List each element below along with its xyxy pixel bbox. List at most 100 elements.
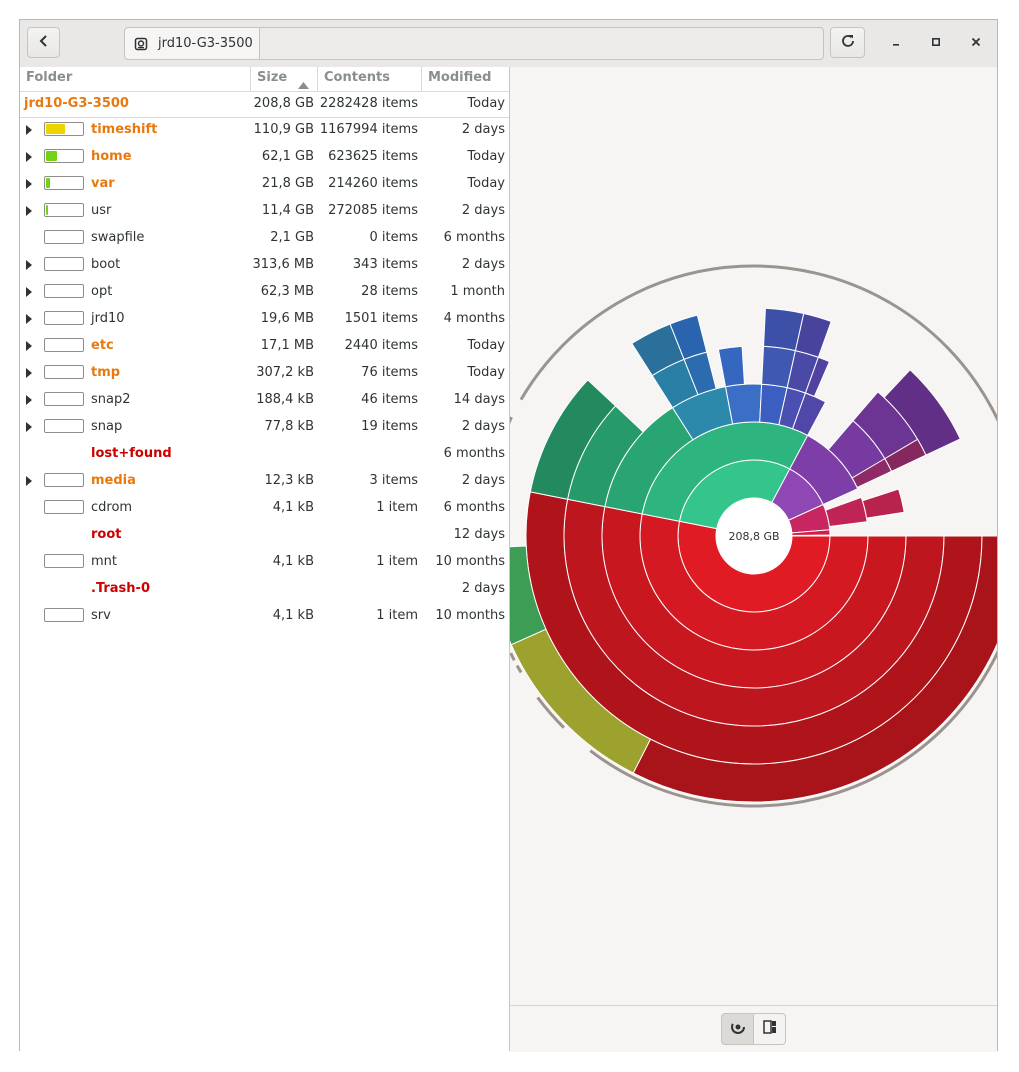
row-name: usr [91, 203, 112, 218]
tree-row[interactable]: mnt 4,1 kB 1 item 10 months [20, 548, 509, 575]
row-name: srv [91, 608, 111, 623]
row-name: swapfile [91, 230, 145, 245]
close-button[interactable] [965, 32, 987, 54]
tree-row[interactable]: media 12,3 kB 3 items 2 days [20, 467, 509, 494]
row-size: 17,1 MB [260, 338, 314, 353]
tree-row[interactable]: lost+found 6 months [20, 440, 509, 467]
treemap-icon [762, 1020, 777, 1038]
expander-arrow-icon[interactable] [26, 287, 32, 297]
tree-row[interactable]: cdrom 4,1 kB 1 item 6 months [20, 494, 509, 521]
ring-chart-toggle[interactable] [721, 1013, 754, 1045]
ring-chart-icon [730, 1019, 746, 1039]
row-size: 21,8 GB [261, 176, 314, 191]
reload-button[interactable] [830, 27, 865, 58]
row-size: 110,9 GB [253, 122, 314, 137]
row-name: snap [91, 419, 123, 434]
column-size[interactable]: Size [251, 67, 318, 91]
expander-arrow-icon[interactable] [26, 179, 32, 189]
usage-bar [44, 500, 84, 514]
row-name: mnt [91, 554, 117, 569]
tree-row[interactable]: snap2 188,4 kB 46 items 14 days [20, 386, 509, 413]
row-contents: 0 items [369, 230, 418, 245]
expander-arrow-icon[interactable] [26, 206, 32, 216]
row-contents: 1 item [376, 500, 418, 515]
row-size: 62,3 MB [260, 284, 314, 299]
treemap-toggle[interactable] [753, 1013, 786, 1045]
expander-arrow-icon[interactable] [26, 314, 32, 324]
tree-root-row[interactable]: jrd10-G3-3500 208,8 GB 2282428 items Tod… [20, 90, 509, 118]
chart-footer [510, 1005, 997, 1052]
ring-segment[interactable] [717, 345, 745, 388]
row-modified: 2 days [461, 203, 505, 218]
usage-bar-fill [46, 151, 57, 161]
row-size: 307,2 kB [256, 365, 314, 380]
usage-bar [44, 149, 84, 163]
tree-row[interactable]: srv 4,1 kB 1 item 10 months [20, 602, 509, 629]
expander-arrow-icon[interactable] [26, 422, 32, 432]
expander-arrow-icon[interactable] [26, 368, 32, 378]
row-modified: 6 months [443, 500, 505, 515]
tree-row[interactable]: jrd10 19,6 MB 1501 items 4 months [20, 305, 509, 332]
expander-arrow-icon[interactable] [26, 125, 32, 135]
tree-row[interactable]: .Trash-0 2 days [20, 575, 509, 602]
usage-bar [44, 392, 84, 406]
tree-row[interactable]: snap 77,8 kB 19 items 2 days [20, 413, 509, 440]
row-modified: 1 month [450, 284, 505, 299]
row-contents: 272085 items [328, 203, 418, 218]
header-bar: jrd10-G3-3500 [20, 20, 997, 68]
tree-row[interactable]: usr 11,4 GB 272085 items 2 days [20, 197, 509, 224]
row-size: 313,6 MB [252, 257, 314, 272]
tree-row[interactable]: tmp 307,2 kB 76 items Today [20, 359, 509, 386]
ring-chart[interactable]: 208,8 GB [482, 67, 1019, 1005]
tree-row[interactable]: timeshift 110,9 GB 1167994 items 2 days [20, 116, 509, 143]
tree-row[interactable]: swapfile 2,1 GB 0 items 6 months [20, 224, 509, 251]
location-crumb[interactable]: jrd10-G3-3500 [125, 28, 260, 59]
row-size: 2,1 GB [270, 230, 314, 245]
column-contents[interactable]: Contents [318, 67, 422, 91]
tree-row[interactable]: boot 313,6 MB 343 items 2 days [20, 251, 509, 278]
row-modified: Today [467, 338, 505, 353]
row-size: 19,6 MB [260, 311, 314, 326]
row-contents: 623625 items [328, 149, 418, 164]
column-folder[interactable]: Folder [20, 67, 251, 91]
location-bar[interactable]: jrd10-G3-3500 [124, 27, 824, 60]
ring-segment[interactable] [861, 488, 905, 519]
usage-bar [44, 608, 84, 622]
row-name: home [91, 149, 132, 164]
row-name: var [91, 176, 115, 191]
row-modified: 2 days [461, 581, 505, 596]
chart-area: 208,8 GB [482, 67, 1019, 1005]
back-button[interactable] [27, 27, 60, 58]
row-name: .Trash-0 [91, 581, 150, 596]
maximize-button[interactable] [925, 32, 947, 54]
ring-segment[interactable] [824, 496, 868, 528]
row-name: opt [91, 284, 113, 299]
expander-arrow-icon[interactable] [26, 395, 32, 405]
expander-arrow-icon[interactable] [26, 476, 32, 486]
root-modified: Today [467, 96, 505, 111]
expander-arrow-icon[interactable] [26, 341, 32, 351]
location-label: jrd10-G3-3500 [158, 36, 253, 51]
row-size: 11,4 GB [261, 203, 314, 218]
row-modified: Today [467, 176, 505, 191]
tree-row[interactable]: opt 62,3 MB 28 items 1 month [20, 278, 509, 305]
row-modified: 12 days [453, 527, 505, 542]
window-maximize-icon [931, 36, 941, 51]
tree-row[interactable]: var 21,8 GB 214260 items Today [20, 170, 509, 197]
row-contents: 1 item [376, 608, 418, 623]
usage-bar [44, 311, 84, 325]
minimize-button[interactable] [885, 32, 907, 54]
tree-row[interactable]: etc 17,1 MB 2440 items Today [20, 332, 509, 359]
tree-row[interactable]: root 12 days [20, 521, 509, 548]
expander-arrow-icon[interactable] [26, 152, 32, 162]
tree-row[interactable]: home 62,1 GB 623625 items Today [20, 143, 509, 170]
usage-bar [44, 554, 84, 568]
expander-arrow-icon[interactable] [26, 260, 32, 270]
row-size: 4,1 kB [272, 554, 314, 569]
view-refresh-icon [840, 33, 856, 53]
row-modified: 10 months [435, 608, 505, 623]
usage-bar [44, 257, 84, 271]
row-contents: 343 items [352, 257, 418, 272]
column-modified[interactable]: Modified [422, 67, 509, 91]
column-header-row: Folder Size Contents Modified [20, 67, 509, 92]
